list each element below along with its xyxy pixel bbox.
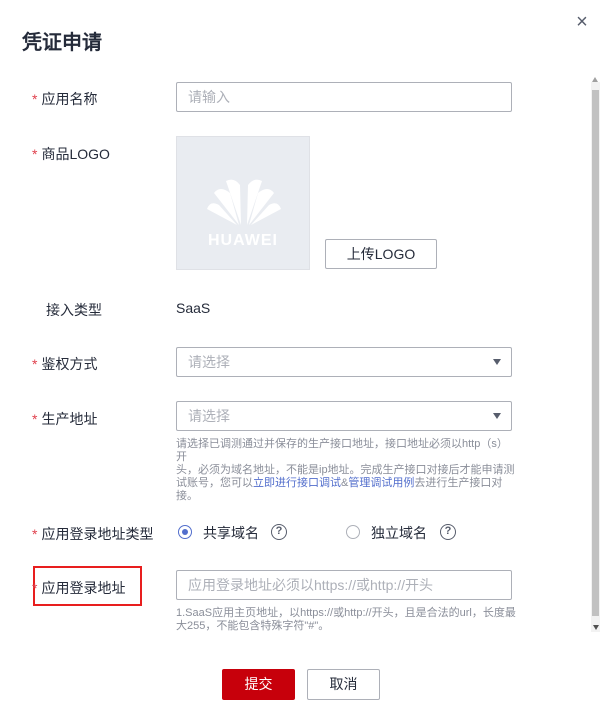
logo-preview: HUAWEI (176, 136, 310, 270)
logo-label: * 商品LOGO (32, 146, 110, 162)
required-mark: * (32, 356, 38, 372)
access-type-value: SaaS (176, 300, 211, 316)
access-type-label: 接入类型 (46, 302, 102, 318)
app-name-input[interactable]: 请输入 (176, 82, 512, 112)
huawei-logo-icon (207, 179, 281, 225)
dialog-title: 凭证申请 (22, 32, 102, 54)
radio-independent-domain-label[interactable]: 独立域名 (371, 523, 427, 543)
login-type-label: * 应用登录地址类型 (32, 526, 154, 542)
close-icon[interactable]: × (572, 12, 592, 32)
radio-shared-domain[interactable] (178, 525, 192, 539)
login-address-help: 1.SaaS应用主页地址，以https://或http://开头，且是合法的ur… (176, 607, 516, 632)
radio-independent-domain[interactable] (346, 525, 360, 539)
required-mark: * (32, 580, 38, 596)
api-debug-link[interactable]: 立即进行接口调试 (253, 477, 341, 489)
help-icon[interactable]: ? (271, 524, 287, 540)
required-mark: * (32, 411, 38, 427)
scrollbar-thumb[interactable] (592, 90, 599, 616)
auth-method-label: * 鉴权方式 (32, 356, 98, 372)
prod-address-help: 请选择已调测通过并保存的生产接口地址，接口地址必须以http（s）开 头，必须为… (176, 438, 515, 502)
dropdown-arrow-icon (493, 413, 501, 419)
manage-test-cases-link[interactable]: 管理调试用例 (348, 477, 414, 489)
required-mark: * (32, 526, 38, 542)
scroll-down-icon[interactable] (593, 625, 599, 630)
cancel-button[interactable]: 取消 (307, 669, 380, 700)
login-address-input[interactable]: 应用登录地址必须以https://或http://开头 (176, 570, 512, 600)
help-icon[interactable]: ? (440, 524, 456, 540)
auth-method-select[interactable]: 请选择 (176, 347, 512, 377)
prod-address-select[interactable]: 请选择 (176, 401, 512, 431)
submit-button[interactable]: 提交 (222, 669, 295, 700)
radio-shared-domain-label[interactable]: 共享域名 (203, 523, 259, 543)
app-name-label: * 应用名称 (32, 91, 98, 107)
login-address-label: * 应用登录地址 (32, 580, 126, 596)
required-mark: * (32, 91, 38, 107)
required-mark: * (32, 146, 38, 162)
prod-address-label: * 生产地址 (32, 411, 98, 427)
dropdown-arrow-icon (493, 359, 501, 365)
upload-logo-button[interactable]: 上传LOGO (325, 239, 437, 269)
scroll-up-icon[interactable] (592, 77, 598, 82)
logo-brand-text: HUAWEI (208, 232, 278, 249)
